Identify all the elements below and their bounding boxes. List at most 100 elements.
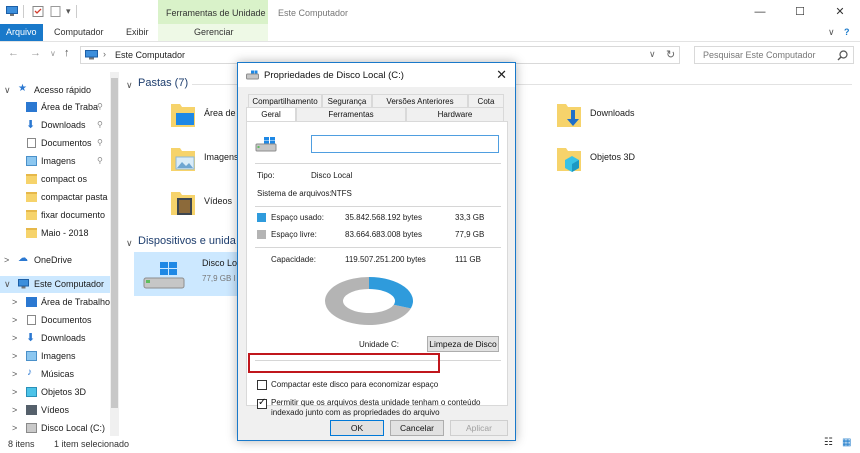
expand-icon[interactable]: > xyxy=(12,369,17,379)
apply-button[interactable]: Aplicar xyxy=(450,420,508,436)
nav-pictures-pinned[interactable]: Imagens ⚲ xyxy=(0,153,112,170)
drive-name-input[interactable] xyxy=(311,135,499,153)
properties-icon[interactable] xyxy=(32,6,44,17)
nav-desktop[interactable]: > Área de Trabalho xyxy=(0,294,112,311)
drive-icon xyxy=(246,70,259,80)
nav-folder-maio-2018[interactable]: Maio - 2018 xyxy=(0,225,112,242)
tab-cota[interactable]: Cota xyxy=(468,94,504,108)
nav-quick-access[interactable]: ∨ ★ Acesso rápido xyxy=(0,82,112,99)
new-folder-icon[interactable] xyxy=(50,6,62,17)
maximize-button[interactable]: ☐ xyxy=(780,0,820,24)
download-icon: ⬇ xyxy=(26,119,36,131)
desktop-icon xyxy=(26,297,37,307)
expand-icon[interactable]: > xyxy=(12,423,17,433)
nav-downloads[interactable]: > ⬇ Downloads xyxy=(0,330,112,347)
nav-desktop-pinned[interactable]: Área de Traba ⚲ xyxy=(0,99,112,116)
collapse-icon[interactable]: ∨ xyxy=(4,279,11,290)
nav-folder-compactar-pasta[interactable]: compactar pasta xyxy=(0,189,112,206)
expand-icon[interactable]: > xyxy=(12,315,17,325)
tab-seguranca[interactable]: Segurança xyxy=(322,94,372,108)
ok-button[interactable]: OK xyxy=(330,420,384,436)
nav-folder-fixar-documento[interactable]: fixar documento xyxy=(0,207,112,224)
tab-gerenciar[interactable]: Gerenciar xyxy=(194,24,234,41)
compress-drive-checkbox[interactable] xyxy=(257,380,267,390)
back-button[interactable]: ← xyxy=(8,47,19,59)
nav-folder-compact-os[interactable]: compact os xyxy=(0,171,112,188)
refresh-icon[interactable]: ↻ xyxy=(666,48,675,61)
group-collapse-icon[interactable]: ∨ xyxy=(126,80,133,91)
dialog-close-button[interactable]: ✕ xyxy=(496,67,507,83)
used-label: Espaço usado: xyxy=(271,213,324,222)
nav-3d-objects[interactable]: > Objetos 3D xyxy=(0,384,112,401)
expand-icon[interactable]: > xyxy=(12,351,17,361)
tab-geral[interactable]: Geral xyxy=(246,107,296,122)
video-folder-icon xyxy=(171,192,195,215)
index-content-checkbox[interactable] xyxy=(257,397,267,409)
forward-button[interactable]: → xyxy=(30,47,41,59)
expand-icon[interactable]: > xyxy=(12,297,17,307)
nav-label: compactar pasta xyxy=(41,192,108,202)
tab-compartilhamento[interactable]: Compartilhamento xyxy=(248,94,322,108)
minimize-button[interactable]: — xyxy=(740,0,780,24)
tab-computador[interactable]: Computador xyxy=(54,24,104,41)
breadcrumb-chevron-icon[interactable]: › xyxy=(103,49,106,59)
nav-label: Imagens xyxy=(41,156,76,166)
computer-icon[interactable] xyxy=(6,6,18,17)
quick-access-separator xyxy=(76,5,77,18)
nav-this-pc[interactable]: ∨ Este Computador xyxy=(0,276,112,293)
search-icon[interactable] xyxy=(837,50,848,61)
quick-access-dropdown-icon[interactable]: ▾ xyxy=(66,6,71,17)
details-view-icon[interactable]: ☷ xyxy=(824,437,833,448)
divider xyxy=(255,163,501,164)
tab-exibir[interactable]: Exibir xyxy=(126,24,149,41)
tab-arquivo[interactable]: Arquivo xyxy=(0,24,43,41)
nav-videos[interactable]: > Vídeos xyxy=(0,402,112,419)
nav-onedrive[interactable]: > ☁ OneDrive xyxy=(0,252,112,269)
selection-count: 1 item selecionado xyxy=(54,439,130,449)
group-collapse-icon[interactable]: ∨ xyxy=(126,238,133,249)
tab-hardware[interactable]: Hardware xyxy=(406,107,504,121)
address-dropdown-icon[interactable]: ∨ xyxy=(649,49,656,60)
free-space-swatch xyxy=(257,230,266,239)
capacity-bytes: 119.507.251.200 bytes xyxy=(345,255,426,264)
nav-pictures[interactable]: > Imagens xyxy=(0,348,112,365)
tab-versoes-anteriores[interactable]: Versões Anteriores xyxy=(372,94,468,108)
compress-label[interactable]: Compactar este disco para economizar esp… xyxy=(271,380,438,389)
help-icon[interactable]: ? xyxy=(844,27,850,37)
expand-icon[interactable]: > xyxy=(12,387,17,397)
disk-cleanup-button[interactable]: Limpeza de Disco xyxy=(427,336,499,352)
cancel-button[interactable]: Cancelar xyxy=(390,420,444,436)
expand-icon[interactable]: > xyxy=(4,255,9,265)
breadcrumb[interactable]: Este Computador xyxy=(115,50,185,60)
search-input[interactable]: Pesquisar Este Computador xyxy=(694,46,854,64)
close-window-button[interactable]: ✕ xyxy=(820,0,860,24)
type-value: Disco Local xyxy=(311,171,353,180)
folder-tile-downloads[interactable]: Downloads xyxy=(556,100,676,140)
ribbon-expand-icon[interactable]: ∨ xyxy=(828,27,835,38)
dialog-title-bar[interactable]: Propriedades de Disco Local (C:) ✕ xyxy=(238,63,515,87)
nav-downloads-pinned[interactable]: ⬇ Downloads ⚲ xyxy=(0,117,112,134)
scrollbar-thumb[interactable] xyxy=(111,78,118,408)
drive-letter-label: Unidade C: xyxy=(359,340,400,349)
folder-tile-3d-objects[interactable]: Objetos 3D xyxy=(556,144,676,184)
nav-music[interactable]: > ♪ Músicas xyxy=(0,366,112,383)
nav-local-disk[interactable]: > Disco Local (C:) xyxy=(0,420,112,436)
capacity-gb: 111 GB xyxy=(455,255,481,264)
folders-group-header[interactable]: Pastas (7) xyxy=(138,77,188,89)
expand-icon[interactable]: > xyxy=(12,405,17,415)
index-label-line2[interactable]: indexado junto com as propriedades do ar… xyxy=(271,408,440,417)
nav-documents-pinned[interactable]: Documentos ⚲ xyxy=(0,135,112,152)
devices-group-header[interactable]: Dispositivos e unida xyxy=(138,235,236,247)
tab-ferramentas[interactable]: Ferramentas xyxy=(296,107,406,121)
recent-locations-button[interactable]: ∨ xyxy=(50,49,56,58)
expand-icon[interactable]: > xyxy=(12,333,17,343)
drive-tile-local-disk[interactable]: Disco Lo 77,9 GB l xyxy=(134,252,244,296)
collapse-icon[interactable]: ∨ xyxy=(4,85,11,96)
fs-label: Sistema de arquivos: xyxy=(257,189,332,198)
tiles-view-icon[interactable]: ▦ xyxy=(842,437,851,448)
up-button[interactable]: ↑ xyxy=(64,47,70,59)
navigation-scrollbar[interactable] xyxy=(110,72,119,436)
desktop-folder-icon xyxy=(171,104,195,127)
nav-documents[interactable]: > Documentos xyxy=(0,312,112,329)
index-label-line1[interactable]: Permitir que os arquivos desta unidade t… xyxy=(271,398,480,407)
